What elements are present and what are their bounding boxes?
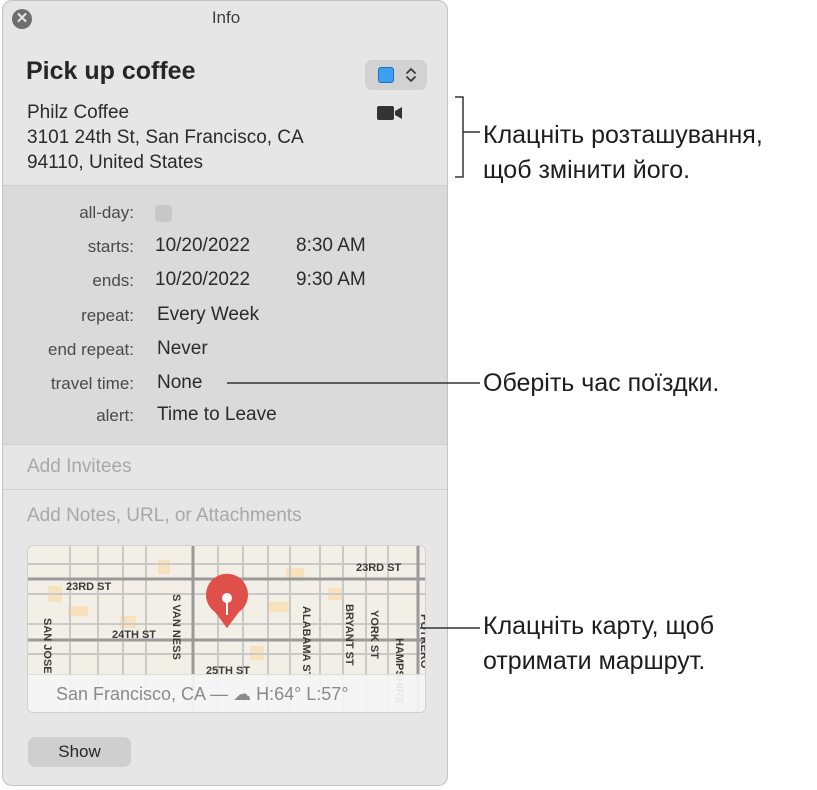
callout-line: [463, 131, 480, 133]
callout-map-line2: отримати маршрут.: [483, 647, 706, 675]
location-name[interactable]: Philz Coffee: [27, 102, 129, 124]
divider: [3, 489, 447, 490]
street-label: POTRERO: [418, 614, 426, 669]
street-label: ALABAMA ST: [300, 606, 312, 679]
ends-time[interactable]: 9:30 AM: [296, 269, 366, 291]
window-title: Info: [211, 8, 241, 27]
calendar-color-swatch: [378, 67, 394, 83]
callout-bracket: [455, 96, 464, 178]
alert-value[interactable]: Time to Leave: [157, 404, 277, 426]
travel-time-label: travel time:: [50, 374, 134, 393]
calendar-picker[interactable]: [365, 60, 427, 90]
allday-checkbox[interactable]: [155, 205, 172, 222]
chevron-updown-icon: [406, 68, 416, 82]
event-title[interactable]: Pick up coffee: [26, 57, 196, 86]
street-label: SAN JOSE: [41, 618, 53, 674]
callout-travel-time: Оберіть час поїздки.: [483, 369, 720, 397]
callout-location-line1: Клацніть розташування,: [483, 121, 763, 149]
add-invitees-field[interactable]: Add Invitees: [27, 456, 132, 478]
starts-date[interactable]: 10/20/2022: [155, 235, 250, 257]
callout-location-line2: щоб змінити його.: [483, 156, 691, 184]
callout-line: [420, 627, 480, 629]
location-map[interactable]: 23RD ST 23RD ST 24TH ST 25TH ST S VAN NE…: [27, 545, 426, 713]
alert-label: alert:: [96, 406, 134, 425]
ends-date[interactable]: 10/20/2022: [155, 269, 250, 291]
weather-bar: San Francisco, CA — ☁ H:64° L:57°: [28, 674, 425, 712]
street-label: S VAN NESS: [170, 594, 182, 660]
travel-time-value[interactable]: None: [157, 372, 202, 394]
ends-label: ends:: [92, 271, 134, 290]
street-label: 23RD ST: [66, 581, 112, 593]
event-info-popover: ✕ Info Pick up coffee Philz Coffee 3101 …: [2, 0, 448, 786]
end-repeat-value[interactable]: Never: [157, 338, 208, 360]
notes-field[interactable]: Add Notes, URL, or Attachments: [27, 505, 302, 527]
callout-map-line1: Клацніть карту, щоб: [483, 612, 715, 640]
location-address-line1[interactable]: 3101 24th St, San Francisco, CA: [27, 127, 304, 149]
starts-time[interactable]: 8:30 AM: [296, 235, 366, 257]
end-repeat-label: end repeat:: [47, 340, 134, 359]
allday-label: all-day:: [79, 203, 134, 222]
video-camera-icon[interactable]: [377, 105, 403, 121]
callout-line: [227, 382, 480, 384]
weather-summary: San Francisco, CA — ☁ H:64° L:57°: [56, 684, 349, 704]
divider: [3, 444, 447, 445]
show-button[interactable]: Show: [28, 737, 131, 767]
street-label: 23RD ST: [356, 562, 402, 574]
repeat-label: repeat:: [81, 306, 134, 325]
street-label: YORK ST: [368, 610, 380, 659]
street-label: BRYANT ST: [343, 604, 355, 666]
location-address-line2[interactable]: 94110, United States: [27, 152, 203, 174]
repeat-value[interactable]: Every Week: [157, 304, 259, 326]
starts-label: starts:: [87, 237, 134, 256]
street-label: 24TH ST: [112, 629, 156, 641]
